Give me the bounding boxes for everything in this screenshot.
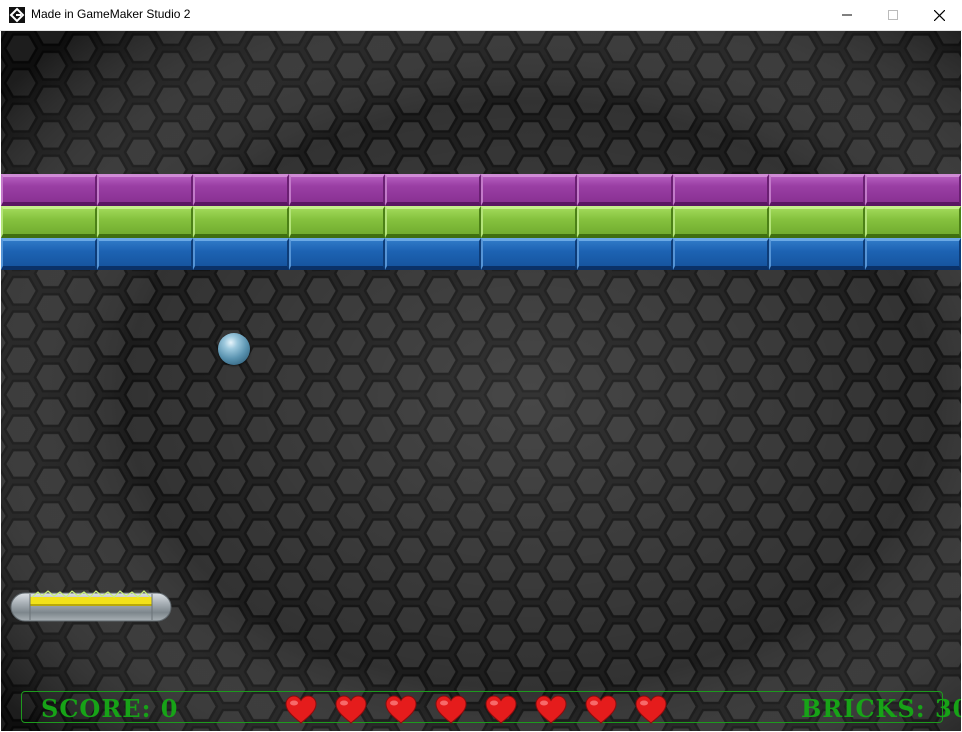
brick-purple [385,174,481,206]
brick-green [289,206,385,238]
bricks-counter: BRICKS: 30 [801,694,961,723]
brick-purple [865,174,961,206]
heart-icon [435,695,467,724]
brick-purple [481,174,577,206]
brick-green [481,206,577,238]
brick-green [673,206,769,238]
brick-blue [97,238,193,270]
window-title: Made in GameMaker Studio 2 [31,7,191,21]
brick-green [193,206,289,238]
game-canvas[interactable]: SCORE: 0 BRICKS: 30 [1,31,961,731]
heart-icon [485,695,517,724]
brick-green [577,206,673,238]
ball [218,333,250,365]
bricks-label: BRICKS: [801,694,926,723]
maximize-button[interactable] [870,0,916,30]
brick-green [385,206,481,238]
heart-icon [385,695,417,724]
heart-icon [585,695,617,724]
brick-purple [289,174,385,206]
brick-purple [577,174,673,206]
brick-purple [97,174,193,206]
close-button[interactable] [916,0,962,30]
gamemaker-icon [9,7,25,23]
brick-blue [577,238,673,270]
brick-blue [673,238,769,270]
heart-icon [535,695,567,724]
brick-green [97,206,193,238]
brick-purple [193,174,289,206]
score-display: SCORE: 0 [41,694,179,723]
brick-purple [673,174,769,206]
hexagon-background [1,31,961,731]
heart-icon [635,695,667,724]
bricks-value: 30 [934,694,961,723]
window-titlebar[interactable]: Made in GameMaker Studio 2 [0,0,962,31]
paddle[interactable] [10,589,172,625]
brick-blue [769,238,865,270]
heart-icon [335,695,367,724]
brick-blue [1,238,97,270]
close-icon [933,9,945,21]
minimize-button[interactable] [824,0,870,30]
maximize-icon [888,10,898,20]
brick-blue [865,238,961,270]
brick-blue [193,238,289,270]
minimize-icon [842,14,852,16]
heart-icon [285,695,317,724]
brick-green [769,206,865,238]
brick-green [865,206,961,238]
brick-green [1,206,97,238]
brick-blue [385,238,481,270]
score-value: 0 [160,694,179,723]
brick-purple [1,174,97,206]
brick-blue [289,238,385,270]
score-label: SCORE: [41,694,152,723]
brick-blue [481,238,577,270]
brick-purple [769,174,865,206]
